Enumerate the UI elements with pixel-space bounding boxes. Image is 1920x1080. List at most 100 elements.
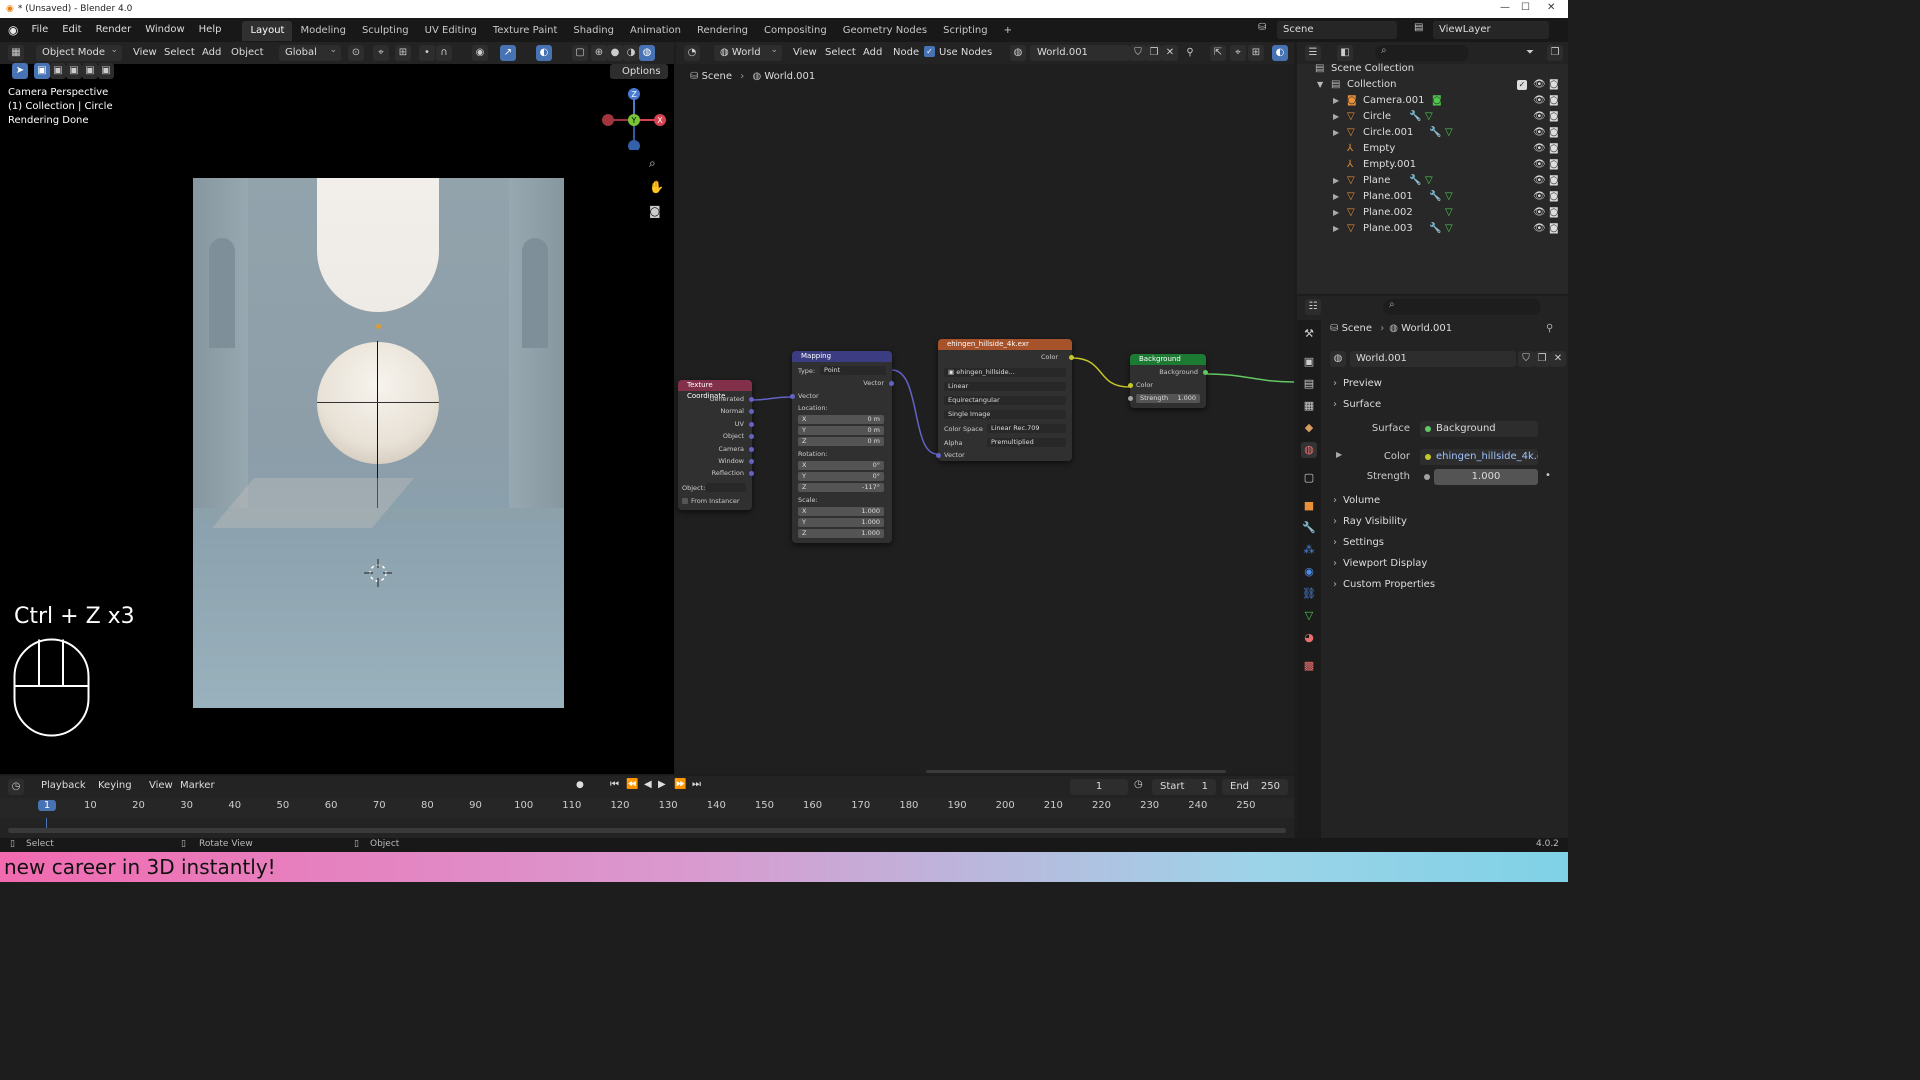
color-input-field[interactable]: ehingen_hillside_4k.exr bbox=[1420, 449, 1538, 465]
tab-animation[interactable]: Animation bbox=[622, 21, 689, 41]
timeline-scrollbar[interactable] bbox=[8, 828, 1286, 833]
render-camera-icon[interactable]: ◙ bbox=[1549, 221, 1559, 237]
node-menu-view[interactable]: View bbox=[789, 45, 821, 61]
texcoord-socket-generated[interactable] bbox=[749, 397, 754, 402]
use-nodes-checkbox[interactable]: ✓ bbox=[924, 46, 935, 57]
add-workspace-icon[interactable]: + bbox=[996, 21, 1020, 41]
blender-menu-icon[interactable]: ◉ bbox=[0, 23, 24, 37]
outliner-item[interactable]: ▶ ▽ Plane.002 ▽ 👁 ◙ bbox=[1297, 205, 1568, 221]
tab-sculpting[interactable]: Sculpting bbox=[354, 21, 417, 41]
outliner-display-mode-icon[interactable]: ◧ bbox=[1337, 45, 1353, 61]
zoom-icon[interactable]: ⌕ bbox=[649, 156, 656, 171]
solid-shading-icon[interactable]: ● bbox=[607, 45, 623, 61]
background-socket-color[interactable] bbox=[1128, 383, 1133, 388]
falloff-icon[interactable]: ∩ bbox=[436, 45, 452, 61]
envtex-image-selector[interactable]: ▣ ehingen_hillside... bbox=[944, 368, 1066, 377]
timeline-menu-view[interactable]: View bbox=[145, 778, 177, 794]
material-tab-icon[interactable]: ◕ bbox=[1301, 630, 1317, 646]
envtex-socket-vector[interactable] bbox=[936, 453, 941, 458]
envtex-colorspace-dropdown[interactable]: Linear Rec.709 bbox=[987, 424, 1066, 433]
pin-icon[interactable]: ⚲ bbox=[1182, 45, 1198, 61]
viewport-menu-select[interactable]: Select bbox=[160, 45, 199, 61]
physics-tab-icon[interactable]: ◉ bbox=[1301, 564, 1317, 580]
environment-texture-node[interactable]: ehingen_hillside_4k.exr Color ▣ ehingen_… bbox=[936, 339, 1074, 461]
outliner-item[interactable]: ▶ ▽ Plane.003 🔧 ▽ 👁 ◙ bbox=[1297, 221, 1568, 237]
navigation-gizmo[interactable]: Z X Y bbox=[598, 84, 670, 150]
visibility-eye-icon[interactable]: 👁 bbox=[1533, 189, 1546, 205]
object-tab-icon[interactable]: ■ bbox=[1301, 498, 1317, 514]
outliner-item[interactable]: ▶ ▽ Circle 🔧 ▽ 👁 ◙ bbox=[1297, 109, 1568, 125]
render-camera-icon[interactable]: ◙ bbox=[1549, 205, 1559, 221]
tab-texture-paint[interactable]: Texture Paint bbox=[485, 21, 566, 41]
new-collection-icon[interactable]: ❐ bbox=[1547, 45, 1563, 61]
tab-layout[interactable]: Layout bbox=[242, 21, 293, 41]
envtex-projection-dropdown[interactable]: Equirectangular bbox=[944, 396, 1066, 405]
mapping-node[interactable]: Mapping Type: Point Vector Vector Locati… bbox=[790, 351, 894, 543]
visibility-icon[interactable]: ◉ bbox=[472, 45, 488, 61]
outliner-type-icon[interactable]: ☰ bbox=[1305, 45, 1321, 61]
record-icon[interactable]: ● bbox=[576, 780, 584, 790]
section-surface[interactable]: Surface bbox=[1330, 395, 1560, 415]
expand-icon[interactable]: ▶ bbox=[1333, 205, 1339, 221]
texcoord-node-header[interactable]: Texture Coordinate bbox=[678, 380, 752, 400]
section-settings[interactable]: Settings bbox=[1330, 533, 1560, 553]
background-socket-out[interactable] bbox=[1203, 370, 1208, 375]
select-extend-icon[interactable]: ▣ bbox=[50, 63, 66, 79]
play-reverse-icon[interactable]: ◀ bbox=[644, 779, 652, 790]
outliner-search-input[interactable]: ⌕ bbox=[1375, 45, 1469, 61]
mapping-loc-x[interactable]: X 0 m bbox=[798, 415, 884, 424]
texcoord-socket-uv[interactable] bbox=[749, 422, 754, 427]
timeline-menu-marker[interactable]: Marker bbox=[176, 778, 219, 794]
wireframe-shading-icon[interactable]: ⊕ bbox=[591, 45, 607, 61]
output-tab-icon[interactable]: ▤ bbox=[1301, 376, 1317, 392]
render-camera-icon[interactable]: ◙ bbox=[1549, 189, 1559, 205]
xray-icon[interactable]: ▢ bbox=[572, 45, 588, 61]
mapping-loc-z[interactable]: Z 0 m bbox=[798, 437, 884, 446]
snap-icon[interactable]: ⌖ bbox=[373, 45, 389, 61]
envtex-alpha-dropdown[interactable]: Premultiplied bbox=[987, 438, 1066, 447]
properties-type-icon[interactable]: ☷ bbox=[1305, 299, 1321, 315]
menu-edit[interactable]: Edit bbox=[55, 18, 88, 42]
background-strength-field[interactable]: Strength 1.000 bbox=[1136, 394, 1200, 403]
node-menu-add[interactable]: Add bbox=[859, 45, 886, 61]
texcoord-socket-object[interactable] bbox=[749, 434, 754, 439]
tool-tab-icon[interactable]: ⚒ bbox=[1301, 326, 1317, 342]
shader-type-dropdown[interactable]: ◍ World bbox=[714, 42, 782, 61]
outliner-item[interactable]: ▶ ◙ Camera.001 ◙ 👁 ◙ bbox=[1297, 93, 1568, 109]
minimize-button[interactable]: — bbox=[1500, 2, 1510, 13]
outliner[interactable]: ▤ Scene Collection ▼ ▤ Collection ✓ 👁 ◙ ▶ ◙ Came… bbox=[1297, 63, 1568, 294]
scene-icon[interactable]: ⛁ bbox=[1258, 22, 1266, 33]
node-editor[interactable]: ⛁ Scene › ◍ World.001 Texture Coordinate… bbox=[676, 64, 1294, 774]
jump-keyframe-forward-icon[interactable]: ⏩ bbox=[674, 779, 686, 790]
select-invert-icon[interactable]: ▣ bbox=[82, 63, 98, 79]
pivot-icon[interactable]: ⊙ bbox=[348, 45, 364, 61]
keyframe-dot-icon[interactable]: • bbox=[1545, 470, 1551, 481]
rendered-shading-icon[interactable]: ◍ bbox=[639, 45, 655, 61]
mapping-socket-in[interactable] bbox=[790, 394, 795, 399]
render-camera-icon[interactable]: ◙ bbox=[1549, 141, 1559, 157]
texture-coordinate-node[interactable]: Texture Coordinate Generated Normal UV O… bbox=[678, 380, 754, 510]
select-box-icon[interactable]: ▣ bbox=[34, 63, 50, 79]
tab-compositing[interactable]: Compositing bbox=[756, 21, 835, 41]
options-dropdown[interactable]: Options bbox=[610, 64, 668, 79]
current-frame-field[interactable]: 1 bbox=[1070, 779, 1128, 795]
world-name-field[interactable]: World.001 bbox=[1030, 45, 1130, 61]
strength-value-field[interactable]: 1.000 bbox=[1434, 469, 1538, 485]
visibility-eye-icon[interactable]: 👁 bbox=[1533, 221, 1546, 237]
menu-file[interactable]: File bbox=[24, 18, 55, 42]
envtex-socket-color[interactable] bbox=[1069, 355, 1074, 360]
modifier-tab-icon[interactable]: 🔧 bbox=[1301, 520, 1317, 536]
clock-icon[interactable]: ◷ bbox=[1134, 779, 1143, 790]
tab-shading[interactable]: Shading bbox=[565, 21, 622, 41]
texcoord-socket-reflection[interactable] bbox=[749, 471, 754, 476]
mapping-rot-y[interactable]: Y 0° bbox=[798, 472, 884, 481]
exclude-checkbox[interactable]: ✓ bbox=[1517, 80, 1527, 90]
node-menu-node[interactable]: Node bbox=[889, 45, 923, 61]
maximize-button[interactable]: ☐ bbox=[1521, 2, 1530, 13]
visibility-eye-icon[interactable]: 👁 bbox=[1533, 157, 1546, 173]
start-frame-field[interactable]: Start 1 bbox=[1152, 779, 1216, 795]
texcoord-object-field[interactable] bbox=[706, 483, 746, 492]
background-node-header[interactable]: Background bbox=[1130, 354, 1206, 365]
data-tab-icon[interactable]: ▽ bbox=[1301, 608, 1317, 624]
select-subtract-icon[interactable]: ▣ bbox=[66, 63, 82, 79]
